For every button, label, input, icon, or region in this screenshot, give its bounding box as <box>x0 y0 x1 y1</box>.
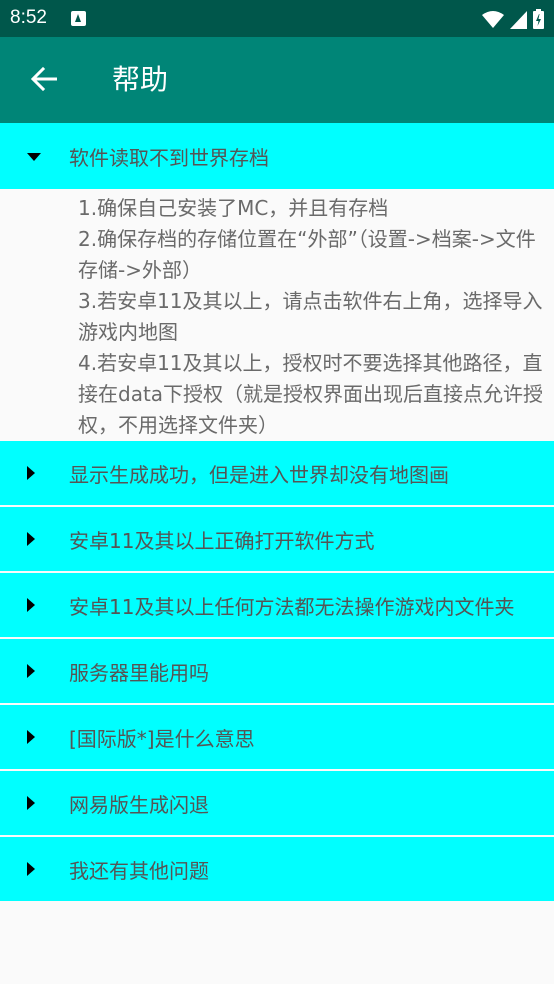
page-title: 帮助 <box>112 63 169 96</box>
faq-answer-line: 2.确保存档的存储位置在“外部”（设置->档案->文件存储->外部） <box>78 227 536 282</box>
arrow-back-icon <box>31 67 57 91</box>
faq-item[interactable]: [国际版*]是什么意思 <box>0 705 554 771</box>
faq-item-title: 安卓11及其以上正确打开软件方式 <box>69 528 375 553</box>
faq-item-title: [国际版*]是什么意思 <box>69 726 255 751</box>
faq-item-title: 安卓11及其以上任何方法都无法操作游戏内文件夹 <box>69 594 515 619</box>
wifi-icon <box>482 11 504 28</box>
expand-more-icon <box>27 598 35 612</box>
expand-more-icon <box>27 796 35 810</box>
notification-a-icon <box>71 11 86 26</box>
faq-item-title: 我还有其他问题 <box>69 858 209 883</box>
faq-item-title: 服务器里能用吗 <box>69 660 209 685</box>
faq-list: 软件读取不到世界存档 1.确保自己安装了MC，并且有存档 2.确保存档的存储位置… <box>0 123 554 903</box>
faq-item[interactable]: 服务器里能用吗 <box>0 639 554 705</box>
expand-less-icon <box>27 153 41 161</box>
app-bar: 帮助 <box>0 37 554 123</box>
status-bar: 8:52 <box>0 0 554 37</box>
signal-icon <box>510 11 527 29</box>
faq-item[interactable]: 安卓11及其以上正确打开软件方式 <box>0 507 554 573</box>
expand-more-icon <box>27 664 35 678</box>
faq-item-expanded[interactable]: 软件读取不到世界存档 <box>0 123 554 189</box>
battery-icon <box>533 9 544 29</box>
faq-answer-line: 1.确保自己安装了MC，并且有存档 <box>78 196 389 220</box>
expand-more-icon <box>27 532 35 546</box>
faq-answer-line: 3.若安卓11及其以上，请点击软件右上角，选择导入游戏内地图 <box>78 289 543 344</box>
expand-more-icon <box>27 466 35 480</box>
faq-item[interactable]: 网易版生成闪退 <box>0 771 554 837</box>
faq-item[interactable]: 显示生成成功，但是进入世界却没有地图画 <box>0 441 554 507</box>
expand-more-icon <box>27 730 35 744</box>
faq-answer-line: 4.若安卓11及其以上，授权时不要选择其他路径，直接在data下授权（就是授权界… <box>78 351 544 437</box>
expand-more-icon <box>27 862 35 876</box>
faq-item-title: 软件读取不到世界存档 <box>69 145 269 170</box>
back-button[interactable] <box>22 57 66 101</box>
faq-answer: 1.确保自己安装了MC，并且有存档 2.确保存档的存储位置在“外部”（设置->档… <box>0 189 554 441</box>
faq-item-title: 显示生成成功，但是进入世界却没有地图画 <box>69 462 449 487</box>
status-icons <box>482 9 544 29</box>
faq-item-title: 网易版生成闪退 <box>69 792 209 817</box>
status-time: 8:52 <box>10 7 47 28</box>
faq-item[interactable]: 安卓11及其以上任何方法都无法操作游戏内文件夹 <box>0 573 554 639</box>
faq-item[interactable]: 我还有其他问题 <box>0 837 554 903</box>
